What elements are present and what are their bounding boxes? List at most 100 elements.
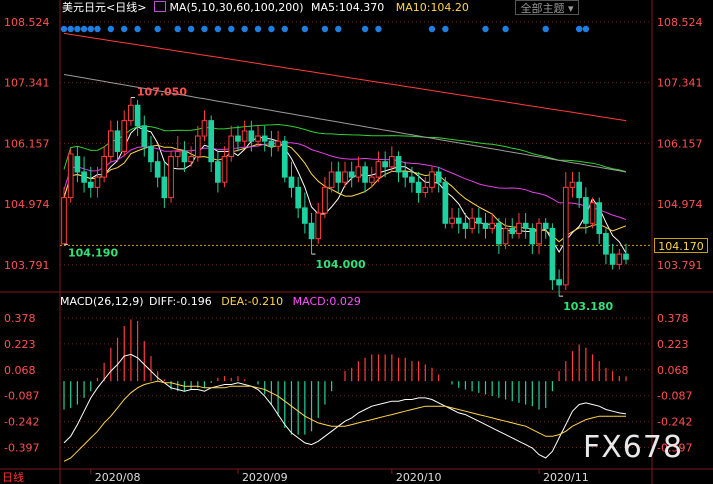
macd-tick-left: 0.068 xyxy=(4,364,36,377)
candle-body xyxy=(516,222,522,235)
candle-body xyxy=(215,161,221,183)
candle-body xyxy=(201,120,208,137)
candle-body xyxy=(81,171,87,183)
candle-body xyxy=(114,130,121,152)
diff-value: DIFF:-0.196 xyxy=(149,295,212,308)
price-tick-left: 103.791 xyxy=(4,259,50,272)
macd-tick-left: -0.242 xyxy=(4,416,39,429)
candle-body xyxy=(208,120,215,163)
event-dot xyxy=(67,25,74,33)
price-tick-left: 106.157 xyxy=(4,137,50,150)
candle-body xyxy=(609,253,616,265)
macd-tick-left: -0.397 xyxy=(4,441,39,454)
price-tick-right: 108.524 xyxy=(657,16,703,29)
candle-body xyxy=(395,156,402,173)
candle-body xyxy=(154,161,161,178)
ma5-value: MA5:104.370 xyxy=(311,1,385,14)
event-dot xyxy=(154,25,161,33)
candle-body xyxy=(255,135,261,142)
candle-body xyxy=(562,186,569,286)
candle-body xyxy=(368,176,375,183)
candle-body xyxy=(489,222,496,229)
macd-tick-left: 0.223 xyxy=(4,338,36,351)
candle-body xyxy=(281,140,288,178)
candle-body xyxy=(469,217,475,229)
candle-body xyxy=(94,176,101,188)
axis-labels: 108.524 108.524 107.341 107.341 106.157 106.1… xyxy=(4,16,703,484)
theme-dropdown[interactable]: 全部主题 ▾ xyxy=(515,0,579,15)
event-dot xyxy=(482,25,489,33)
candle-body xyxy=(342,171,348,183)
event-dot xyxy=(134,25,141,33)
candle-body xyxy=(442,181,449,224)
price-tick-left: 107.341 xyxy=(4,77,50,90)
event-dot xyxy=(187,25,195,33)
ma200-line xyxy=(63,32,627,122)
candle-body xyxy=(148,145,154,163)
annotation-label: 107.050 xyxy=(137,86,187,99)
candle-body xyxy=(221,156,228,183)
theme-button-label: 全部主题 xyxy=(520,2,565,15)
candle-body xyxy=(549,227,556,281)
candle-body xyxy=(569,181,576,188)
candle-body xyxy=(128,104,134,122)
candle-body xyxy=(315,212,322,240)
candle-body xyxy=(328,171,335,188)
event-dot xyxy=(87,25,94,33)
candle-body xyxy=(161,176,168,199)
event-dot xyxy=(542,25,549,33)
event-dot xyxy=(268,25,275,33)
time-tick-label: 2020/08 xyxy=(95,471,141,484)
macd-label: MACD(26,12,9) xyxy=(60,295,144,308)
candle-body xyxy=(295,186,302,209)
event-dot xyxy=(60,25,68,33)
candle-body xyxy=(174,150,181,158)
event-dot xyxy=(428,25,436,33)
candle-body xyxy=(616,253,623,265)
chevron-down-icon: ▾ xyxy=(564,2,574,15)
candle-body xyxy=(455,217,462,224)
candle-body xyxy=(302,207,308,224)
price-tick-right: 107.341 xyxy=(657,77,703,90)
macd-tick-right: 0.223 xyxy=(657,338,689,351)
annotation-label: 104.190 xyxy=(68,246,118,259)
event-dots xyxy=(60,25,590,33)
ma10-value: MA10:104.20 xyxy=(395,1,469,14)
candle-body xyxy=(529,227,536,245)
candle-body xyxy=(355,166,362,178)
macd-header: MACD(26,12,9) DIFF:-0.196 DEA:-0.210 MAC… xyxy=(60,294,361,310)
candle-body xyxy=(542,222,549,229)
candle-body xyxy=(74,156,81,173)
candle-body xyxy=(275,140,281,147)
candle-body xyxy=(435,171,442,183)
time-tick-label: 2020/09 xyxy=(242,471,288,484)
price-tick-right: 106.157 xyxy=(657,137,703,150)
period-tag[interactable]: 日线 xyxy=(2,471,46,484)
event-dot xyxy=(502,25,509,33)
annotation-label: 104.000 xyxy=(316,258,366,271)
candle-body xyxy=(188,156,194,163)
event-dot xyxy=(281,25,288,33)
chart-canvas: 108.524 108.524 107.341 107.341 106.157 106.1… xyxy=(0,0,713,484)
candle-body xyxy=(288,176,295,188)
macd-tick-right: 0.068 xyxy=(657,364,689,377)
event-dot xyxy=(575,25,583,33)
candle-body xyxy=(61,197,67,245)
candle-body xyxy=(475,217,482,224)
candle-body xyxy=(268,140,275,147)
period-label[interactable]: <日线> xyxy=(106,1,146,14)
candle-body xyxy=(101,156,107,178)
candle-body xyxy=(382,161,388,168)
price-tick-right: 103.791 xyxy=(657,259,703,272)
candle-body xyxy=(576,181,583,199)
candle-body xyxy=(409,176,415,183)
candle-body xyxy=(348,171,355,178)
event-dot xyxy=(107,25,115,33)
candle-body xyxy=(415,181,422,193)
event-dot xyxy=(214,25,222,33)
candle-body xyxy=(589,202,596,224)
candle-body xyxy=(388,156,395,168)
candle-body xyxy=(335,171,342,183)
candle-body xyxy=(121,120,128,152)
event-dot xyxy=(121,25,128,33)
